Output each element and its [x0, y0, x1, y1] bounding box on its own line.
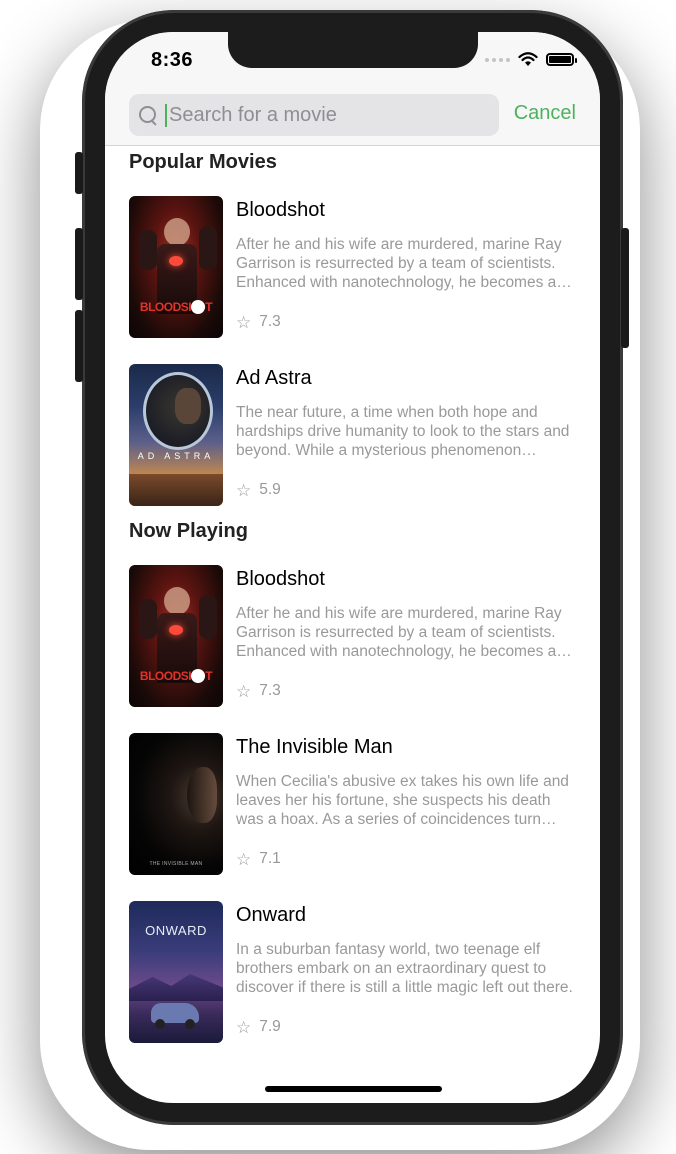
rating-value: 7.9 [259, 1018, 281, 1035]
search-field[interactable] [129, 94, 499, 136]
star-outline-icon: ☆ [236, 312, 252, 332]
silent-switch [75, 152, 83, 194]
status-bar: 8:36 [105, 32, 600, 94]
movie-description: When Cecilia's abusive ex takes his own … [236, 773, 569, 828]
rating-value: 7.3 [259, 682, 281, 699]
movie-rating: ☆ 5.9 [236, 481, 281, 499]
movie-row[interactable]: THE INVISIBLE MAN The Invisible Man When… [129, 733, 579, 875]
poster-title: BLOODSHOT [139, 669, 213, 683]
movie-rating: ☆ 7.1 [236, 850, 281, 868]
search-input[interactable] [165, 103, 485, 127]
notch [228, 32, 478, 68]
movie-row[interactable]: BLOODSHOT Bloodshot After he and his wif… [129, 196, 579, 338]
star-outline-icon: ☆ [236, 681, 252, 701]
movie-description: In a suburban fantasy world, two teenage… [236, 941, 573, 996]
search-icon [137, 104, 159, 126]
rating-value: 5.9 [259, 481, 281, 498]
volume-down-button [75, 310, 83, 382]
movie-poster: BLOODSHOT [129, 196, 223, 338]
poster-title: THE INVISIBLE MAN [149, 861, 203, 867]
volume-up-button [75, 228, 83, 300]
poster-title: ONWARD [145, 923, 207, 938]
movie-poster: AD ASTRA [129, 364, 223, 506]
movie-poster: ONWARD [129, 901, 223, 1043]
movie-description: After he and his wife are murdered, mari… [236, 236, 562, 291]
movie-rating: ☆ 7.9 [236, 1018, 281, 1036]
poster-title: AD ASTRA [137, 451, 215, 461]
section-title-popular: Popular Movies [129, 151, 277, 173]
screen: 8:36 Cancel Popular Movies [105, 32, 600, 1103]
poster-title: BLOODSHOT [139, 300, 213, 314]
movie-rating: ☆ 7.3 [236, 682, 281, 700]
movie-title: Bloodshot [236, 568, 325, 590]
home-indicator[interactable] [265, 1086, 442, 1092]
movie-description: The near future, a time when both hope a… [236, 404, 570, 459]
cancel-button[interactable]: Cancel [514, 102, 576, 125]
search-bar: Cancel [105, 94, 600, 146]
movie-poster: THE INVISIBLE MAN [129, 733, 223, 875]
star-outline-icon: ☆ [236, 480, 252, 500]
section-title-now-playing: Now Playing [129, 520, 248, 542]
movie-row[interactable]: BLOODSHOT Bloodshot After he and his wif… [129, 565, 579, 707]
rating-value: 7.1 [259, 850, 281, 867]
power-button [621, 228, 629, 348]
movie-row[interactable]: ONWARD Onward In a suburban fantasy worl… [129, 901, 579, 1043]
star-outline-icon: ☆ [236, 849, 252, 869]
status-time: 8:36 [151, 49, 194, 71]
movie-title: Bloodshot [236, 199, 325, 221]
status-icons [485, 52, 577, 67]
movie-row[interactable]: AD ASTRA Ad Astra The near future, a tim… [129, 364, 579, 506]
movie-title: Onward [236, 904, 307, 926]
star-outline-icon: ☆ [236, 1017, 252, 1037]
battery-icon [546, 53, 577, 66]
cellular-signal-icon [485, 57, 510, 62]
movie-title: Ad Astra [236, 367, 312, 389]
movie-title: The Invisible Man [236, 736, 393, 758]
movie-description: After he and his wife are murdered, mari… [236, 605, 562, 660]
movie-poster: BLOODSHOT [129, 565, 223, 707]
rating-value: 7.3 [259, 313, 281, 330]
wifi-icon [518, 52, 538, 66]
movie-rating: ☆ 7.3 [236, 313, 281, 331]
